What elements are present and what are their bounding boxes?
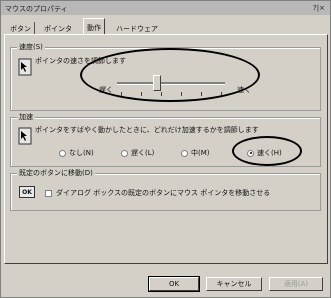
speed-description: ポインタの速さを調節します (35, 57, 126, 65)
radio-indicator (181, 149, 188, 157)
pointer-speed-icon (18, 58, 32, 76)
apply-button[interactable]: 適用(A) (269, 277, 323, 291)
accel-low-radio[interactable]: 遅く(L) (121, 148, 154, 158)
slow-label: 遅く (99, 86, 113, 94)
acceleration-group-label: 加速 (17, 112, 35, 122)
accel-high-radio[interactable]: 速く(H) (247, 148, 282, 158)
radio-label: 速く(H) (257, 149, 282, 157)
radio-label: なし(N) (69, 149, 94, 157)
acceleration-description: ポインタをすばやく動かしたときに、どれだけ加速するかを調節します (35, 126, 259, 134)
slider-tick (221, 92, 222, 96)
slider-tick (141, 92, 142, 96)
speed-slider-track[interactable] (117, 82, 225, 85)
pointer-acceleration-icon (18, 127, 32, 145)
tab-buttons[interactable]: ボタン (7, 22, 35, 34)
radio-indicator (59, 149, 66, 157)
accel-medium-radio[interactable]: 中(M) (181, 148, 210, 158)
speed-group-label: 速度(S) (17, 42, 45, 52)
tab-pointers[interactable]: ポインタ (41, 22, 75, 34)
window-title: マウスのプロパティ (5, 5, 68, 13)
slider-tick (181, 92, 182, 96)
tab-hardware[interactable]: ハードウェア (113, 22, 161, 34)
radio-indicator (121, 149, 128, 157)
mouse-properties-window: マウスのプロパティ ?|× ボタン ポインタ 動作 ハードウェア 速度(S) ポ… (0, 0, 331, 298)
snap-checkbox[interactable]: ダイアログ ボックスの既定のボタンにマウス ポインタを移動させる (45, 188, 270, 198)
accel-none-radio[interactable]: なし(N) (59, 148, 94, 158)
ok-button-icon: OK (19, 186, 35, 198)
title-bar: マウスのプロパティ ?|× (1, 1, 330, 15)
cancel-button[interactable]: キャンセル (206, 277, 262, 291)
speed-slider-thumb[interactable] (153, 75, 161, 91)
snap-to-default-group: 既定のボタンに移動(D) OK ダイアログ ボックスの既定のボタンにマウス ポイ… (10, 168, 321, 211)
radio-label: 中(M) (191, 149, 210, 157)
snap-checkbox-label: ダイアログ ボックスの既定のボタンにマウス ポインタを移動させる (56, 189, 271, 197)
help-close-buttons[interactable]: ?|× (313, 4, 325, 12)
slider-tick (121, 92, 122, 96)
ok-button[interactable]: OK (149, 277, 199, 291)
acceleration-group: 加速 ポインタをすばやく動かしたときに、どれだけ加速するかを調節します なし(N… (10, 112, 321, 167)
radio-label: 遅く(L) (131, 149, 155, 157)
tab-panel: 速度(S) ポインタの速さを調節します 遅く 速く 加速 ポインタをすばやく動か… (4, 34, 328, 264)
snap-group-label: 既定のボタンに移動(D) (17, 168, 95, 178)
radio-indicator-selected (247, 149, 254, 157)
speed-group: 速度(S) ポインタの速さを調節します 遅く 速く (10, 42, 321, 111)
tab-motion[interactable]: 動作 (83, 18, 105, 34)
checkbox-box (45, 189, 52, 197)
slider-tick (201, 92, 202, 96)
slider-tick (161, 92, 162, 96)
fast-label: 速く (237, 86, 251, 94)
tab-strip: ボタン ポインタ 動作 ハードウェア (3, 18, 326, 35)
